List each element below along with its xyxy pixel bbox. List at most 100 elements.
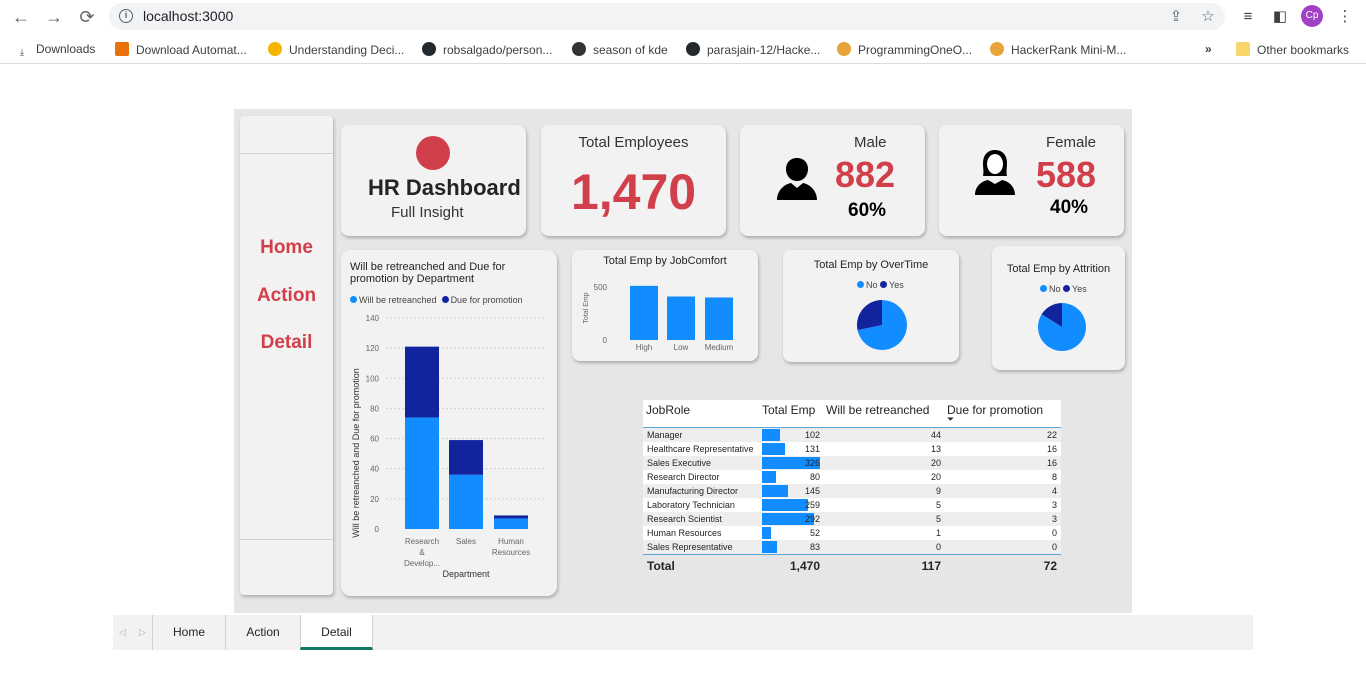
bar-segment[interactable] [449,474,483,529]
cell-retrenched: 20 [930,472,941,482]
jobrole-table: JobRole Total Emp Will be retreanched Du… [643,400,1061,576]
total-label: Total [647,559,675,573]
kpi-total-employees: Total Employees 1,470 [541,125,726,236]
attrition-pie-chart [1038,303,1086,351]
reload-icon[interactable]: ⟳ [75,5,99,29]
kpi-male: Male 882 60% [740,125,925,236]
star-bookmark-icon[interactable]: ☆ [1198,7,1218,27]
page-tab-detail[interactable]: Detail [300,615,373,650]
cell-jobrole: Research Director [647,472,720,482]
bookmark-label: season of kde [593,43,668,57]
female-person-icon [975,150,1015,195]
cell-retrenched: 20 [930,458,941,468]
address-bar[interactable]: i localhost:3000 ⇪ ☆ [109,3,1225,30]
bookmark-label: robsalgado/person... [443,43,553,57]
page-tabs-bar: ◁ ▷ Home Action Detail [113,615,1253,650]
pie-slice[interactable] [857,300,882,331]
bookmark-robsalgado[interactable]: robsalgado/person... [422,42,552,60]
side-panel-icon[interactable]: ◧ [1269,6,1291,28]
cell-total-emp: 80 [809,472,820,482]
bar-segment[interactable] [494,518,528,529]
cell-total-emp: 102 [804,430,820,440]
nav-link-detail[interactable]: Detail [240,332,333,354]
y-tick-label: 140 [366,314,380,323]
bookmark-label: Downloads [36,42,96,56]
download-icon: ⤓ [20,47,24,57]
bar-segment[interactable] [405,346,439,418]
table-row[interactable]: Human Resources 52 1 0 [643,526,1061,540]
x-tick-label: Sales [456,537,476,546]
bookmarks-bar: ⤓ Downloads Download Automat... Understan… [0,38,1366,64]
sort-descending-icon[interactable]: ⏷ [947,414,954,425]
bookmark-label: HackerRank Mini-M... [1011,43,1127,57]
x-tick-label: Human [498,537,524,546]
table-row[interactable]: Sales Representative 83 0 0 [643,540,1061,554]
male-person-icon [777,158,817,200]
attrition-chart-card: Total Emp by Attrition No Yes [992,246,1125,370]
other-bookmarks[interactable]: Other bookmarks [1236,42,1349,60]
nav-link-action[interactable]: Action [240,285,333,307]
site-info-icon[interactable]: i [119,9,133,23]
bar-segment[interactable] [494,515,528,519]
table-row[interactable]: Laboratory Technician 259 5 3 [643,498,1061,512]
bookmark-understanding-deci[interactable]: Understanding Deci... [268,42,404,60]
col-header-jobrole[interactable]: JobRole [646,403,690,417]
kpi-value: 588 [1036,154,1097,195]
bookmark-hackerrank[interactable]: HackerRank Mini-M... [990,42,1126,60]
y-tick-label: 500 [594,283,608,292]
y-tick-label: 20 [370,495,379,504]
bookmark-download-automat[interactable]: Download Automat... [115,42,247,60]
data-bar [762,499,808,511]
dept-chart-card: Will be retreanched and Due for promotio… [341,250,557,596]
col-header-promotion[interactable]: Due for promotion [947,403,1043,417]
cell-promotion: 8 [1051,472,1057,482]
y-tick-label: 40 [370,465,379,474]
cell-jobrole: Sales Representative [647,542,733,552]
table-row[interactable]: Healthcare Representative 131 13 16 [643,442,1061,456]
col-header-retrenched[interactable]: Will be retreanched [826,403,929,417]
kebab-menu-icon[interactable]: ⋮ [1334,6,1356,28]
bar[interactable] [705,297,733,340]
data-bar [762,471,776,483]
cell-retrenched: 1 [935,528,941,538]
data-bar [762,527,771,539]
cell-total-emp: 259 [804,500,820,510]
cell-retrenched: 9 [935,486,941,496]
bookmark-season-of-kde[interactable]: season of kde [572,42,668,60]
page-tab-action[interactable]: Action [225,615,300,650]
nav-link-home[interactable]: Home [240,237,333,259]
bookmark-programmingone[interactable]: ProgrammingOneO... [837,42,972,60]
back-arrow-icon[interactable]: ← [9,5,33,29]
table-row[interactable]: Sales Executive 326 20 16 [643,456,1061,470]
bar[interactable] [630,285,658,340]
page-tab-home[interactable]: Home [152,615,225,650]
profile-avatar[interactable]: Cp [1301,5,1323,27]
github-icon [422,42,436,56]
bar[interactable] [667,296,695,341]
forward-arrow-icon[interactable]: → [42,5,66,29]
col-header-total-emp[interactable]: Total Emp [762,403,815,417]
cell-jobrole: Manager [647,430,683,440]
table-row[interactable]: Research Scientist 292 5 3 [643,512,1061,526]
share-icon[interactable]: ⇪ [1166,7,1186,27]
kpi-value: 1,470 [570,164,697,220]
bookmark-parasjain[interactable]: parasjain-12/Hacke... [686,42,820,60]
next-page-icon[interactable]: ▷ [139,627,146,638]
prev-page-icon[interactable]: ◁ [119,627,126,638]
table-row[interactable]: Manufacturing Director 145 9 4 [643,484,1061,498]
bar-segment[interactable] [449,440,483,475]
y-tick-label: 0 [603,336,608,345]
table-row[interactable]: Manager 102 44 22 [643,428,1061,442]
table-row[interactable]: Research Director 80 20 8 [643,470,1061,484]
cell-retrenched: 44 [930,430,941,440]
more-bookmarks-button[interactable]: » [1205,42,1212,60]
title-card: HR Dashboard Full Insight [341,125,526,236]
total-emp: 1,470 [789,559,820,573]
bookmark-downloads[interactable]: ⤓ Downloads [15,42,95,60]
x-tick-label: Resources [492,548,530,557]
bar-segment[interactable] [405,417,439,529]
media-queue-icon[interactable]: ≡ [1237,6,1259,28]
data-bar [762,541,777,553]
x-tick-label: & [419,548,425,557]
cell-promotion: 0 [1051,528,1057,538]
